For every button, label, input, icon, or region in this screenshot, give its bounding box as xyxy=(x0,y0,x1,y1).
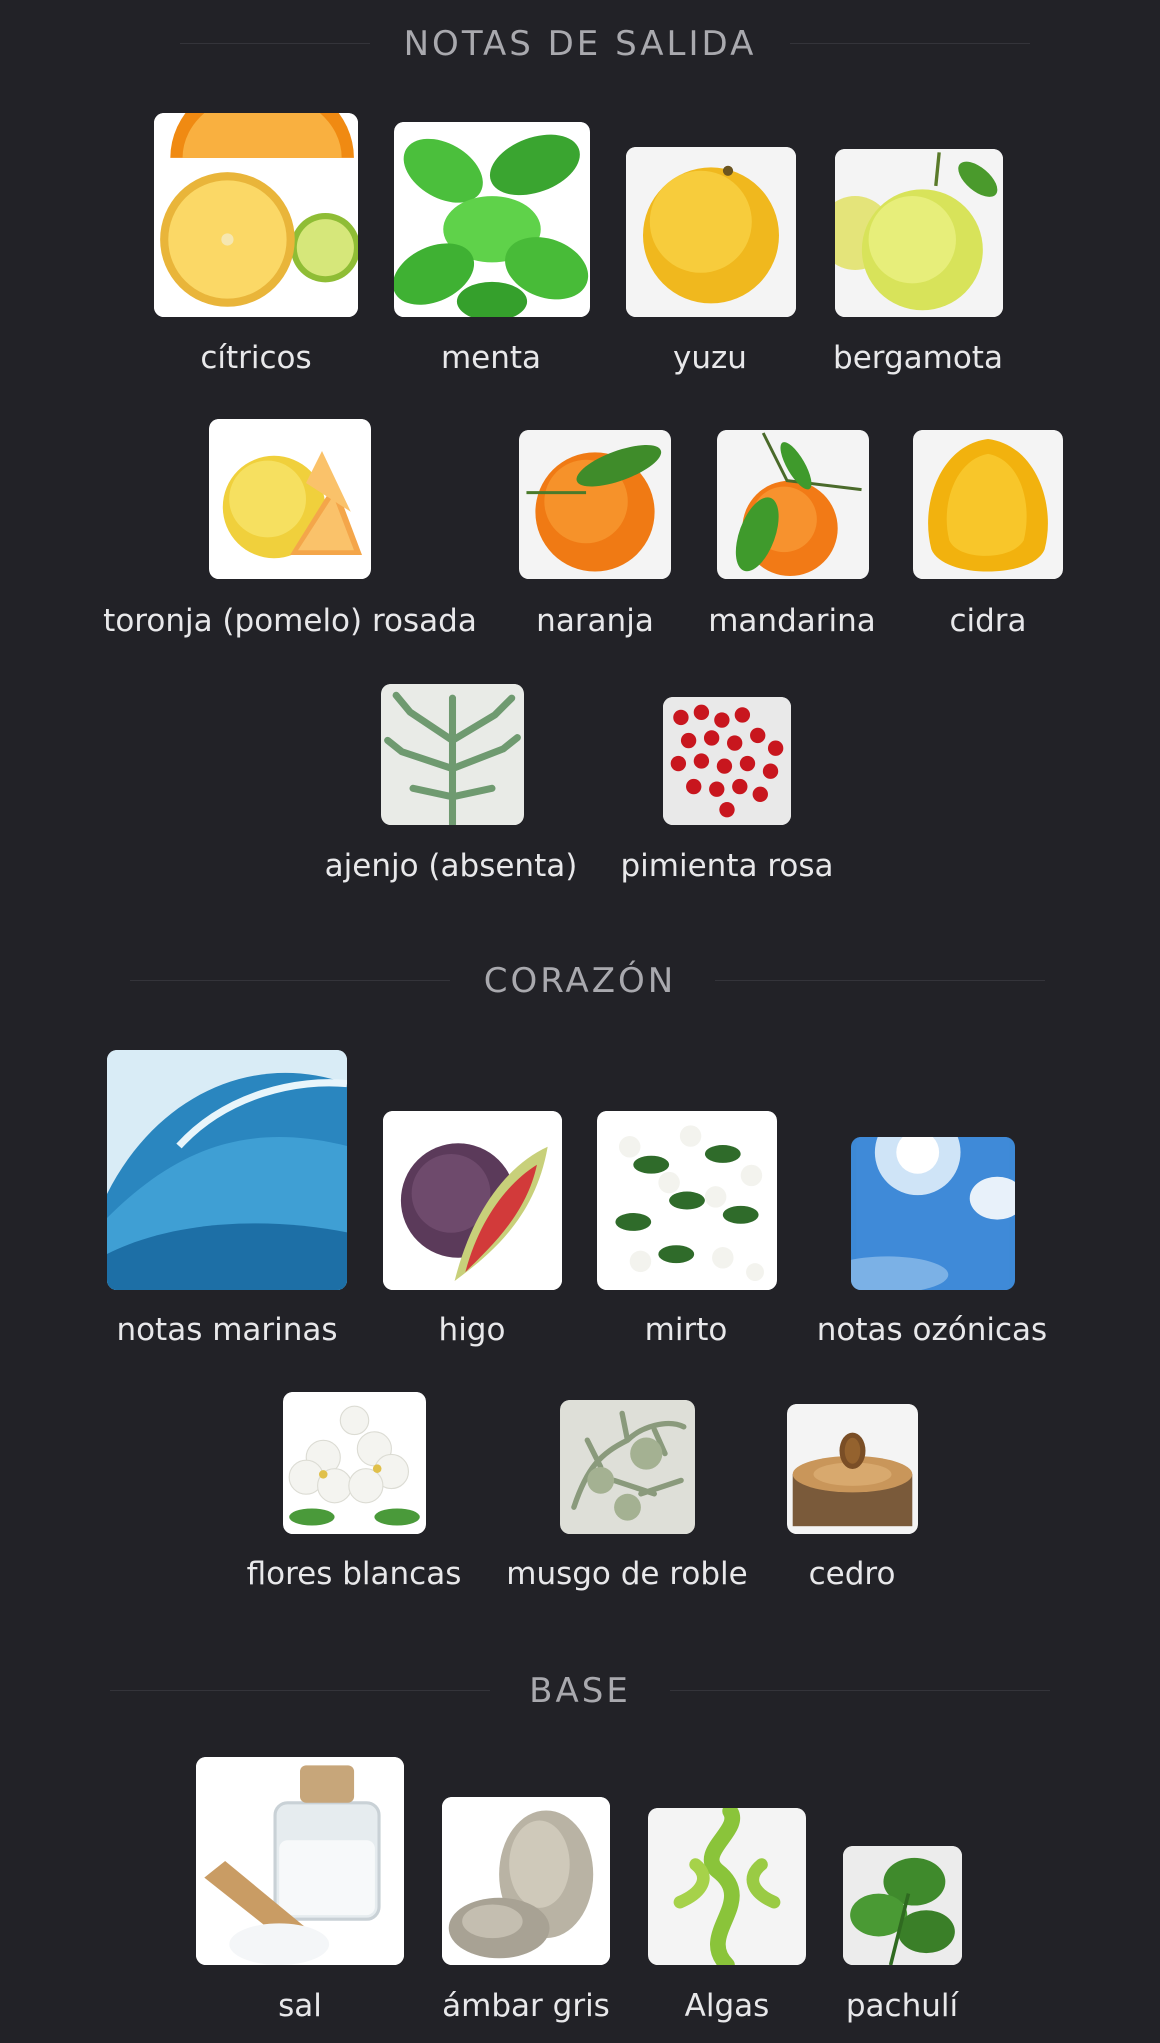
patchouli-image xyxy=(843,1846,962,1965)
note-label: menta xyxy=(440,340,542,376)
wormwood-image xyxy=(381,684,524,825)
note-label: Algas xyxy=(684,1988,770,2024)
orange-image xyxy=(519,430,671,579)
cedar-image xyxy=(787,1404,918,1534)
section-title: CORAZÓN xyxy=(483,961,677,1001)
note-label: cedro xyxy=(808,1556,896,1592)
note-label: naranja xyxy=(536,603,654,639)
salt-image xyxy=(196,1757,404,1965)
note-label: toronja (pomelo) rosada xyxy=(103,603,477,639)
section-header-heart-notes: CORAZÓN xyxy=(0,955,1160,1005)
ambergris-image xyxy=(442,1797,610,1965)
wave-image xyxy=(107,1050,347,1290)
citron-image xyxy=(913,430,1063,579)
myrtle-image xyxy=(597,1111,777,1290)
note-label: ámbar gris xyxy=(442,1988,610,2024)
note-label: ajenjo (absenta) xyxy=(324,848,578,884)
seaweed-image xyxy=(648,1808,806,1965)
white-flowers-image xyxy=(283,1392,426,1534)
mandarin-image xyxy=(717,430,869,579)
section-title: NOTAS DE SALIDA xyxy=(403,24,757,64)
mint-image xyxy=(394,122,590,317)
note-label: pachulí xyxy=(845,1988,959,2024)
sky-image xyxy=(851,1137,1015,1290)
note-label: bergamota xyxy=(833,340,1003,376)
citrus-image xyxy=(154,113,358,317)
note-label: notas ozónicas xyxy=(816,1312,1048,1348)
note-label: yuzu xyxy=(673,340,747,376)
note-label: flores blancas xyxy=(246,1556,462,1592)
section-header-base-notes: BASE xyxy=(0,1665,1160,1715)
note-label: notas marinas xyxy=(116,1312,338,1348)
note-label: musgo de roble xyxy=(506,1556,748,1592)
oakmoss-image xyxy=(560,1400,695,1534)
fig-image xyxy=(383,1111,562,1290)
note-label: sal xyxy=(278,1988,322,2024)
section-title: BASE xyxy=(529,1671,631,1711)
note-label: mandarina xyxy=(708,603,876,639)
grapefruit-image xyxy=(209,419,371,579)
note-label: cidra xyxy=(949,603,1027,639)
pink-pepper-image xyxy=(663,697,791,825)
section-header-top-notes: NOTAS DE SALIDA xyxy=(0,18,1160,68)
note-label: mirto xyxy=(644,1312,728,1348)
note-label: higo xyxy=(438,1312,506,1348)
note-label: cítricos xyxy=(200,340,312,376)
bergamot-image xyxy=(835,149,1003,317)
note-label: pimienta rosa xyxy=(620,848,834,884)
yuzu-image xyxy=(626,147,796,317)
